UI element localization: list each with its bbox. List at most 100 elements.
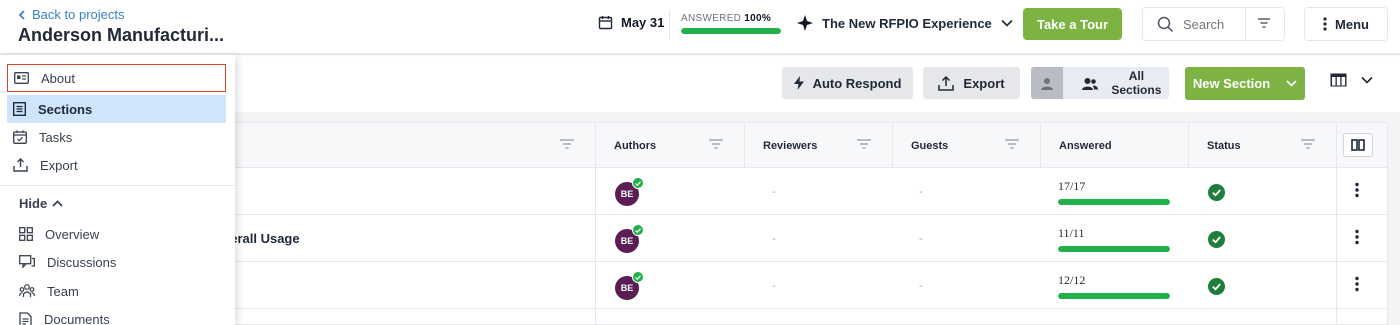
answered-count: 12/12 <box>1058 273 1086 287</box>
kebab-icon <box>1323 17 1327 31</box>
check-icon <box>632 224 644 236</box>
guests-value: - <box>919 185 923 198</box>
hide-toggle[interactable]: Hide <box>19 196 63 211</box>
all-sections-label: All Sections <box>1111 69 1162 97</box>
row-kebab-icon[interactable] <box>1355 229 1359 245</box>
take-tour-button[interactable]: Take a Tour <box>1023 8 1122 40</box>
chevron-down-icon <box>1361 76 1373 84</box>
menu-button[interactable]: Menu <box>1304 7 1388 41</box>
answered-progress-bar <box>681 28 781 34</box>
filter-icon[interactable] <box>708 138 724 150</box>
menu-item-label: Team <box>47 283 79 299</box>
menu-item-tasks[interactable]: Tasks <box>7 123 226 151</box>
answered-progress-fill <box>681 28 781 34</box>
chevron-down-icon <box>1001 19 1013 27</box>
back-to-projects-link[interactable]: Back to projects <box>18 7 125 22</box>
answered-bar-fill <box>1058 246 1170 252</box>
answered-count: 17/17 <box>1058 179 1086 193</box>
author-avatar[interactable]: BE <box>615 177 644 206</box>
column-header-guests[interactable]: Guests <box>892 123 1040 168</box>
answered-label: ANSWERED 100% <box>681 13 772 24</box>
menu-item-discussions[interactable]: Discussions <box>19 251 116 273</box>
answered-progress: ANSWERED 100% <box>681 13 781 34</box>
filter-icon[interactable] <box>559 138 575 150</box>
author-avatar[interactable]: BE <box>615 224 644 253</box>
due-date-label: May 31 <box>621 15 665 30</box>
project-title: Anderson Manufacturi... <box>18 25 225 45</box>
column-header-answered[interactable]: Answered <box>1040 123 1188 168</box>
menu-item-label: Documents <box>44 311 110 325</box>
users-icon <box>1081 77 1098 90</box>
experience-label: The New RFPIO Experience <box>822 15 992 31</box>
guests-value: - <box>919 232 923 245</box>
check-circle-icon <box>1208 278 1225 295</box>
row-kebab-icon[interactable] <box>1355 182 1359 198</box>
column-header-reviewers[interactable]: Reviewers <box>744 123 892 168</box>
team-icon <box>19 284 35 298</box>
filter-icon[interactable] <box>1257 17 1271 29</box>
menu-item-export[interactable]: Export <box>7 151 226 179</box>
answered-count: 11/11 <box>1058 226 1085 240</box>
calendar-icon <box>598 15 613 30</box>
experience-switcher[interactable]: The New RFPIO Experience <box>797 15 1013 31</box>
column-picker-button[interactable] <box>1343 133 1373 157</box>
export-icon <box>13 158 28 172</box>
hide-label: Hide <box>19 196 48 211</box>
layout-toggle[interactable] <box>1330 73 1373 87</box>
menu-item-overview[interactable]: Overview <box>19 223 99 245</box>
answered-bar <box>1058 293 1170 299</box>
filter-icon[interactable] <box>1004 138 1020 150</box>
author-avatar[interactable]: BE <box>615 271 644 300</box>
menu-divider <box>0 185 235 186</box>
chevron-up-icon <box>52 200 63 207</box>
auto-respond-label: Auto Respond <box>812 75 902 91</box>
menu-item-label: Sections <box>38 101 93 117</box>
check-circle-icon <box>1208 231 1225 248</box>
menu-item-label: Overview <box>45 226 100 242</box>
menu-item-label: Discussions <box>47 254 117 270</box>
top-header: Back to projects Anderson Manufacturi...… <box>0 0 1400 54</box>
new-section-button[interactable]: New Section <box>1185 67 1305 100</box>
column-divider <box>1336 168 1337 325</box>
row-kebab-icon[interactable] <box>1355 276 1359 292</box>
auto-respond-button[interactable]: Auto Respond <box>782 67 913 99</box>
answered-bar <box>1058 199 1170 205</box>
document-icon <box>19 311 32 325</box>
chevron-left-icon <box>18 9 26 20</box>
answered-cell: 11/11 <box>1058 226 1170 252</box>
lightning-icon <box>793 76 804 90</box>
reviewers-value: - <box>772 232 776 245</box>
menu-item-label: Export <box>40 157 78 173</box>
search-box <box>1142 7 1285 41</box>
export-label: Export <box>963 75 1005 91</box>
sparkle-icon <box>797 15 813 31</box>
project-nav-menu: About Sections Tasks Export Hide Overvie… <box>0 55 235 325</box>
answered-cell: 12/12 <box>1058 273 1170 299</box>
header-divider <box>669 10 670 40</box>
all-sections-filter[interactable]: All Sections <box>1031 67 1169 99</box>
id-card-icon <box>14 72 29 84</box>
menu-item-label: Tasks <box>39 129 73 145</box>
filter-icon[interactable] <box>856 138 872 150</box>
menu-item-documents[interactable]: Documents <box>19 308 110 325</box>
column-header-authors[interactable]: Authors <box>595 123 744 168</box>
menu-item-sections[interactable]: Sections <box>7 95 226 123</box>
table-layout-icon <box>1330 73 1347 87</box>
check-icon <box>632 177 644 189</box>
search-icon <box>1157 16 1174 33</box>
menu-button-label: Menu <box>1335 16 1369 32</box>
search-input[interactable] <box>1183 14 1243 34</box>
menu-item-about[interactable]: About <box>7 64 226 92</box>
menu-item-team[interactable]: Team <box>19 280 79 302</box>
chat-icon <box>19 255 35 269</box>
back-link-label: Back to projects <box>32 7 125 22</box>
all-sections-label-wrap: All Sections <box>1072 69 1169 97</box>
chevron-down-icon <box>1286 80 1297 87</box>
reviewers-value: - <box>772 185 776 198</box>
upload-icon <box>938 75 955 91</box>
search-divider <box>1245 8 1246 40</box>
answered-bar-fill <box>1058 293 1170 299</box>
filter-icon[interactable] <box>1300 138 1316 150</box>
export-button[interactable]: Export <box>923 67 1020 99</box>
column-header-status[interactable]: Status <box>1188 123 1336 168</box>
